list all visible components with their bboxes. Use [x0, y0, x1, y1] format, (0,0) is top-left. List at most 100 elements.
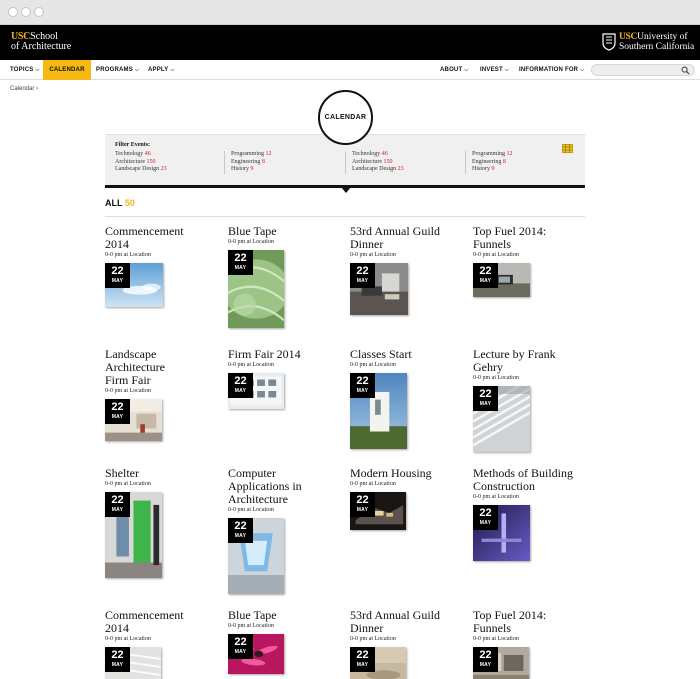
event-title[interactable]: Computer Applications in Architecture	[228, 467, 340, 506]
date-badge: 22 MAY	[350, 492, 375, 517]
breadcrumb-link-calendar[interactable]: Calendar	[10, 86, 34, 92]
window-close-dot[interactable]	[8, 7, 18, 17]
event-title[interactable]: Methods of Building Construction	[473, 467, 585, 493]
filter-option-count: 46	[144, 151, 151, 157]
university-logo-line2: Southern California	[619, 42, 695, 52]
breadcrumb-separator: ›	[36, 86, 39, 92]
nav-item-label: ABOUT	[440, 67, 463, 73]
event-card[interactable]: Blue Tape 0-0 pm at Location 22 MAY	[228, 609, 340, 674]
event-image-white-tower-photo[interactable]: 22 MAY	[350, 373, 407, 449]
filter-option-technology[interactable]: Technology 46	[115, 151, 215, 159]
event-title[interactable]: Blue Tape	[228, 609, 340, 622]
window-minimize-dot[interactable]	[21, 7, 31, 17]
event-card[interactable]: Top Fuel 2014: Funnels 0-0 pm at Location 2…	[473, 225, 585, 297]
filter-option-architecture[interactable]: Architecture 150	[115, 159, 215, 167]
event-title[interactable]: Firm Fair 2014	[228, 348, 340, 361]
event-card[interactable]: Blue Tape 0-0 pm at Location 22 MAY	[228, 225, 340, 328]
filter-option-programming[interactable]: Programming 12	[472, 151, 565, 159]
event-title[interactable]: Modern Housing	[350, 467, 462, 480]
event-title[interactable]: Shelter	[105, 467, 217, 480]
event-card[interactable]: Top Fuel 2014: Funnels 0-0 pm at Location 2…	[473, 609, 585, 679]
event-card[interactable]: Lecture by Frank Gehry 0-0 pm at Location 2…	[473, 348, 585, 452]
all-events-count[interactable]: ALL 50	[105, 198, 135, 208]
filter-option-history[interactable]: History 9	[231, 166, 324, 174]
filter-option-name: Architecture	[352, 158, 382, 165]
filter-option-landscape-design[interactable]: Landscape Design 23	[115, 166, 215, 174]
event-card[interactable]: Commencement 2014 0-0 pm at Location 22 MAY	[105, 225, 217, 307]
event-image-pink-flower-photo[interactable]: 22 MAY	[228, 634, 284, 674]
event-title[interactable]: 53rd Annual Guild Dinner	[350, 225, 462, 251]
search-icon[interactable]	[681, 66, 690, 75]
event-card[interactable]: Landscape Architecture Firm Fair 0-0 pm at …	[105, 348, 217, 441]
nav-item-label: INFORMATION FOR	[519, 67, 579, 73]
date-month: MAY	[356, 662, 369, 668]
nav-item-label: APPLY	[148, 67, 169, 73]
nav-item-topics[interactable]: TOPICS ⌵	[10, 60, 39, 80]
search-input[interactable]	[591, 64, 695, 76]
event-title[interactable]: Landscape Architecture Firm Fair	[105, 348, 217, 387]
nav-item-information-for[interactable]: INFORMATION FOR ⌵	[519, 60, 584, 80]
filter-option-history[interactable]: History 9	[472, 166, 565, 174]
event-meta: 0-0 pm at Location	[228, 623, 274, 629]
event-image-green-wall-photo[interactable]: 22 MAY	[105, 492, 162, 578]
nav-item-apply[interactable]: APPLY ⌵	[148, 60, 178, 80]
event-title[interactable]: Blue Tape	[228, 225, 340, 238]
event-card[interactable]: Methods of Building Construction 0-0 pm at…	[473, 467, 585, 561]
event-image-ceiling-photo[interactable]: 22 MAY	[105, 647, 161, 679]
event-card[interactable]: Computer Applications in Architecture 0-0 p…	[228, 467, 340, 594]
nav-item-programs[interactable]: PROGRAMS ⌵	[96, 60, 141, 80]
event-image-green-texture-photo[interactable]: 22 MAY	[228, 250, 284, 328]
filter-option-count: 8	[261, 158, 265, 165]
event-title[interactable]: Classes Start	[350, 348, 462, 361]
event-image-room-photo[interactable]: 22 MAY	[473, 647, 529, 679]
event-image-stairs-photo[interactable]: 22 MAY	[473, 386, 530, 452]
event-image-skylight-photo[interactable]: 22 MAY	[228, 518, 284, 594]
nav-item-about[interactable]: ABOUT ⌵	[440, 60, 468, 80]
school-logo[interactable]: USCSchool of Architecture	[11, 32, 71, 52]
nav-item-invest[interactable]: INVEST ⌵	[480, 60, 509, 80]
date-month: MAY	[356, 388, 369, 394]
event-image-sky-photo[interactable]: 22 MAY	[105, 263, 163, 307]
event-card[interactable]: Modern Housing 0-0 pm at Location 22 MAY	[350, 467, 462, 530]
event-image-facade-photo[interactable]: 22 MAY	[228, 373, 284, 409]
event-card[interactable]: 53rd Annual Guild Dinner 0-0 pm at Locatio…	[350, 225, 462, 315]
event-card[interactable]: Commencement 2014 0-0 pm at Location 22 MAY	[105, 609, 217, 679]
nav-item-calendar[interactable]: CALENDAR	[43, 60, 91, 80]
event-card[interactable]: 53rd Annual Guild Dinner 0-0 pm at Locatio…	[350, 609, 462, 679]
date-month: MAY	[356, 278, 369, 284]
event-title[interactable]: Lecture by Frank Gehry	[473, 348, 585, 374]
filter-option-technology[interactable]: Technology 46	[352, 151, 445, 159]
university-logo-usc: USC	[619, 32, 638, 42]
event-title[interactable]: Top Fuel 2014: Funnels	[473, 609, 585, 635]
filter-option-count: 12	[506, 151, 513, 157]
event-title[interactable]: Commencement 2014	[105, 225, 217, 251]
university-logo[interactable]: USCUniversity of Southern California	[602, 31, 696, 55]
calendar-grid-icon[interactable]	[562, 144, 573, 153]
date-day: 22	[356, 494, 369, 506]
event-card[interactable]: Firm Fair 2014 0-0 pm at Location 22 MAY	[228, 348, 340, 409]
event-card[interactable]: Classes Start 0-0 pm at Location 22 MAY	[350, 348, 462, 449]
date-badge: 22 MAY	[105, 492, 130, 517]
filter-option-architecture[interactable]: Architecture 150	[352, 159, 445, 167]
event-image-house-photo[interactable]: 22 MAY	[473, 263, 530, 297]
date-day: 22	[111, 265, 124, 277]
date-day: 22	[356, 265, 369, 277]
filter-option-landscape-design[interactable]: Landscape Design 23	[352, 166, 445, 174]
browser-chrome	[0, 0, 700, 25]
event-image-beige-photo[interactable]: 22 MAY	[350, 647, 406, 679]
filter-option-programming[interactable]: Programming 12	[231, 151, 324, 159]
event-card[interactable]: Shelter 0-0 pm at Location 22 MAY	[105, 467, 217, 578]
event-title[interactable]: Top Fuel 2014: Funnels	[473, 225, 585, 251]
window-maximize-dot[interactable]	[34, 7, 44, 17]
event-image-night-photo[interactable]: 22 MAY	[350, 492, 406, 530]
event-title[interactable]: Commencement 2014	[105, 609, 217, 635]
event-image-gallery-photo[interactable]: 22 MAY	[105, 399, 162, 441]
event-image-purple-hall-photo[interactable]: 22 MAY	[473, 505, 530, 561]
filter-option-engineering[interactable]: Engineering 8	[472, 159, 565, 167]
date-month: MAY	[479, 520, 492, 526]
event-title[interactable]: 53rd Annual Guild Dinner	[350, 609, 462, 635]
filter-option-engineering[interactable]: Engineering 8	[231, 159, 324, 167]
event-meta: 0-0 pm at Location	[105, 388, 151, 394]
event-title-line: Gehry	[473, 360, 503, 374]
event-image-interior-photo[interactable]: 22 MAY	[350, 263, 408, 315]
